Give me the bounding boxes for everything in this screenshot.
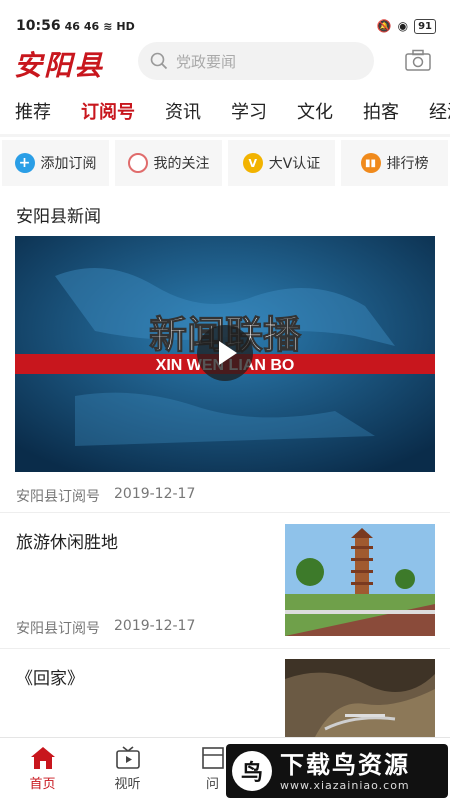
divider [0, 648, 450, 649]
ring-icon [127, 153, 148, 173]
nav-ask-label: 问 [205, 777, 219, 792]
article-meta: 安阳县订阅号 2019-12-17 [16, 618, 195, 638]
search-icon [150, 52, 168, 70]
tv-icon [115, 746, 140, 769]
play-icon[interactable] [197, 325, 253, 381]
tab-subscriptions[interactable]: 订阅号 [66, 94, 150, 134]
status-bar: 10:56 46 46 ≋ HD 🔕 ◉ 91 [0, 0, 450, 40]
tab-culture[interactable]: 文化 [282, 94, 348, 134]
signal-icon-2: 46 [83, 19, 100, 33]
hd-icon: HD [116, 19, 135, 33]
app-logo: 安阳县 [14, 49, 105, 82]
article-title-2[interactable]: 《回家》 [16, 664, 84, 689]
v-badge-icon: V [242, 153, 263, 173]
article-source: 安阳县订阅号 [16, 621, 100, 637]
tab-recommend[interactable]: 推荐 [0, 94, 66, 134]
ranking-label: 排行榜 [386, 156, 429, 172]
tab-photographer[interactable]: 拍客 [348, 94, 414, 134]
search-bar[interactable]: 党政要闻 [138, 42, 374, 80]
tab-economy[interactable]: 经济 [414, 94, 450, 134]
wifi-icon: ≋ [103, 19, 113, 33]
tab-news[interactable]: 资讯 [150, 94, 216, 134]
video-meta: 安阳县订阅号 2019-12-17 [16, 486, 195, 506]
article-thumbnail[interactable] [285, 524, 435, 636]
camera-icon[interactable] [405, 49, 431, 71]
app-header: 安阳县 党政要闻 [0, 40, 450, 84]
nav-av[interactable]: 视听 [85, 738, 170, 800]
watermark-title: 下载鸟资源 [280, 750, 410, 779]
divider [0, 512, 450, 513]
valley-photo [285, 659, 435, 737]
nav-home[interactable]: 首页 [0, 738, 85, 800]
pagoda-photo [285, 524, 435, 636]
nav-av-label: 视听 [114, 777, 141, 792]
v-verification-label: 大V认证 [268, 156, 321, 172]
signal-icon: 46 [64, 19, 80, 33]
home-icon [30, 747, 55, 769]
video-date: 2019-12-17 [114, 486, 196, 502]
quick-actions: + 添加订阅 我的关注 V 大V认证 ▮▮ 排行榜 [0, 140, 450, 186]
v-verification-button[interactable]: V 大V认证 [228, 140, 335, 186]
lock-icon: ◉ [397, 19, 409, 33]
my-follows-button[interactable]: 我的关注 [115, 140, 222, 186]
plus-icon: + [14, 153, 35, 173]
add-subscription-label: 添加订阅 [40, 156, 97, 172]
article-thumbnail-2[interactable] [285, 659, 435, 737]
article-date: 2019-12-17 [114, 618, 196, 634]
mute-icon: 🔕 [376, 19, 392, 33]
nav-home-label: 首页 [29, 777, 56, 792]
add-subscription-button[interactable]: + 添加订阅 [2, 140, 109, 186]
my-follows-label: 我的关注 [153, 156, 210, 172]
video-source: 安阳县订阅号 [16, 489, 100, 505]
tab-study[interactable]: 学习 [216, 94, 282, 134]
watermark-logo-icon: 鸟 [232, 751, 272, 791]
video-card[interactable]: 新闻联播 XIN WEN LIAN BO [15, 236, 435, 472]
bar-chart-icon: ▮▮ [360, 153, 381, 173]
ranking-button[interactable]: ▮▮ 排行榜 [341, 140, 448, 186]
channel-tabs: 推荐 订阅号 资讯 学习 文化 拍客 经济 [0, 94, 450, 134]
watermark-url: www.xiazainiao.com [280, 778, 410, 792]
ask-icon [201, 747, 224, 769]
article-title[interactable]: 旅游休闲胜地 [16, 528, 118, 553]
divider [0, 134, 450, 137]
section-title[interactable]: 安阳县新闻 [16, 202, 101, 227]
search-placeholder: 党政要闻 [176, 52, 237, 71]
watermark: 鸟 下载鸟资源 www.xiazainiao.com [226, 744, 448, 798]
battery-indicator: 91 [414, 18, 436, 34]
clock: 10:56 [16, 18, 61, 34]
